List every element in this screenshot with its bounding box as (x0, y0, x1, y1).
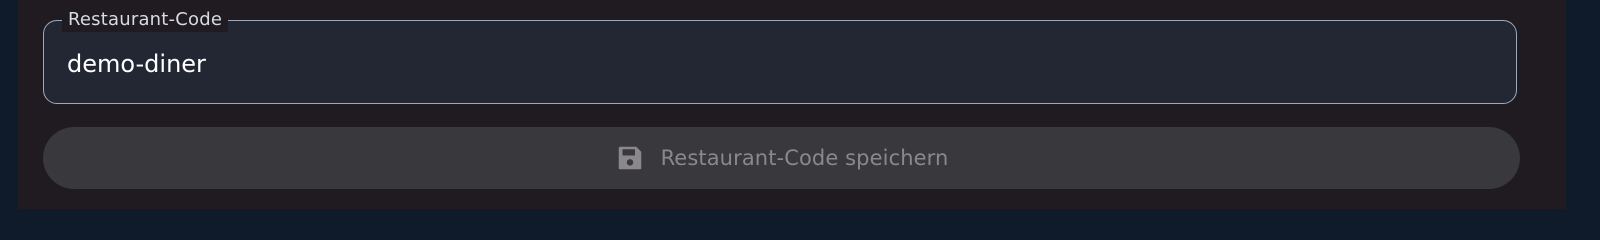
save-button-label: Restaurant-Code speichern (660, 146, 949, 170)
save-icon (615, 143, 645, 173)
restaurant-code-label: Restaurant-Code (62, 8, 229, 32)
restaurant-code-input[interactable] (67, 46, 1487, 82)
save-restaurant-code-button[interactable]: Restaurant-Code speichern (43, 127, 1520, 189)
